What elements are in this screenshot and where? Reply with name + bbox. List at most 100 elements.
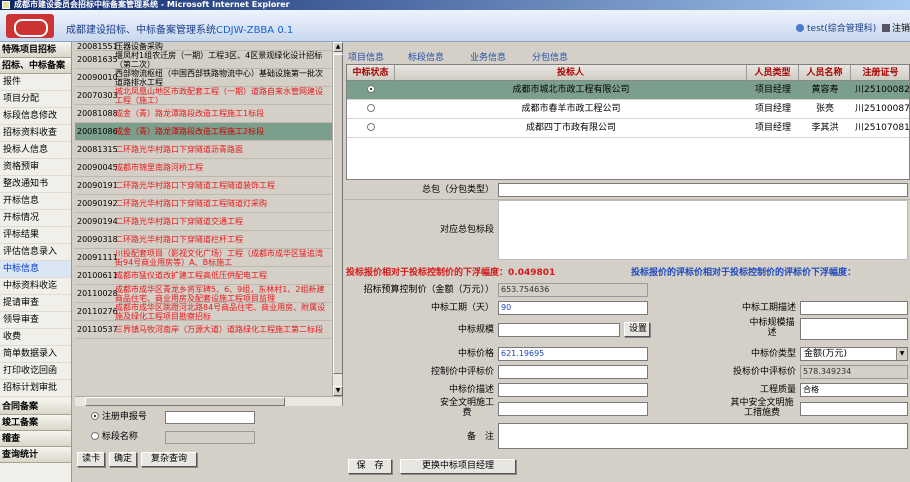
remarks-input[interactable] (498, 423, 908, 449)
nav-section-completion[interactable]: 竣工备案 (0, 415, 71, 431)
list-item[interactable]: 20110028 成都市成华区青龙乡将军碑5、6、9组，东林村1、2组新建商品住宅… (75, 285, 332, 303)
list-item[interactable]: 20100611 成都市猛仪道改扩建工程高低压供配电工程 (75, 267, 332, 285)
safety-measure-input[interactable] (800, 402, 908, 416)
nav-item-simple-entry[interactable]: 简单数据录入 (0, 346, 71, 363)
list-item[interactable]: 20081086 成金（青）路龙潭路段改造工程施工2标段 (75, 123, 332, 141)
grid-row[interactable]: 成都市城北市政工程有限公司 项目经理 黄容寿 川251000822 (347, 81, 909, 100)
list-item[interactable]: 20090318 二环路光华村路口下穿隧道栏杆工程 (75, 231, 332, 249)
nav-item-leader-review[interactable]: 领导审查 (0, 312, 71, 329)
list-item[interactable]: 20110276 成都市成华区跳蹬河北路84号商品住宅、商业用房、附属设施及绿化工… (75, 303, 332, 321)
safety-fee-input[interactable] (498, 402, 648, 416)
scroll-thumb[interactable] (333, 54, 343, 374)
nav-item-submit[interactable]: 报件 (0, 74, 71, 91)
scroll-down-icon[interactable]: ▼ (333, 386, 343, 396)
grid-header-type[interactable]: 人员类型 (747, 65, 799, 81)
radio-icon[interactable] (367, 104, 375, 112)
nav-item-print-receipt[interactable]: 打印收讫回函 (0, 363, 71, 380)
nav-item-plan-approval[interactable]: 招标计划审批 (0, 380, 71, 397)
nav-section-contract[interactable]: 合同备案 (0, 399, 71, 415)
bid-drop-rate: 投标报价相对于投标控制价的下浮幅度：0.049801 (346, 265, 555, 278)
package-input[interactable] (498, 183, 908, 197)
nav-item-bidder-info[interactable]: 投标人信息 (0, 142, 71, 159)
duration-input[interactable]: 90 (498, 301, 648, 315)
read-card-button[interactable]: 读卡 (77, 452, 105, 467)
list-item[interactable]: 20081551 压器设备采购 (75, 42, 332, 51)
nav-item-section-edit[interactable]: 标段信息修改 (0, 108, 71, 125)
confirm-button[interactable]: 确定 (109, 452, 137, 467)
tab-business-info[interactable]: 业务信息 (470, 50, 506, 63)
search-opt-regno[interactable]: 注册申报号 (91, 410, 147, 424)
nav-item-opening-info[interactable]: 开标信息 (0, 193, 71, 210)
nav-item-award-docs[interactable]: 中标资料收迄 (0, 278, 71, 295)
grid-header-bidder[interactable]: 投标人 (395, 65, 747, 81)
save-button[interactable]: 保 存 (348, 459, 392, 474)
scale-desc-input[interactable] (800, 318, 908, 340)
award-status-radio[interactable] (347, 81, 395, 100)
list-item[interactable]: 20090045 成都市锦里南路河桥工程 (75, 159, 332, 177)
radio-icon[interactable] (367, 85, 375, 93)
nav-item-request-review[interactable]: 提请审查 (0, 295, 71, 312)
dropdown-arrow-icon[interactable]: ▼ (896, 348, 907, 360)
grid-row[interactable]: 成都市春羊市政工程公司 项目经理 张亮 川251000876 (347, 100, 909, 119)
quality-input[interactable]: 合格 (800, 383, 908, 397)
advanced-search-button[interactable]: 复杂查询 (141, 452, 197, 467)
nav-section-bid-record[interactable]: 招标、中标备案 (0, 58, 71, 74)
tab-section-info[interactable]: 标段信息 (408, 50, 444, 63)
ctrl-eval-input[interactable] (498, 365, 648, 379)
regno-input[interactable] (165, 411, 255, 424)
radio-section[interactable] (91, 432, 99, 440)
tab-project-info[interactable]: 项目信息 (348, 50, 384, 63)
award-status-radio[interactable] (347, 100, 395, 119)
list-item[interactable]: 20091111 川投配套项目（影视文化广场）工程（成都市成华区猛追湾街94号商业… (75, 249, 332, 267)
nav-section-special[interactable]: 特殊项目招标 (0, 42, 71, 58)
grid-header-cert[interactable]: 注册证号 (851, 65, 909, 81)
logout-button[interactable]: 注销 (882, 21, 910, 34)
price-input[interactable]: 621.19695 (498, 347, 648, 361)
hscroll-thumb[interactable] (85, 397, 285, 406)
list-item[interactable]: 20090194 二环路光华村路口下穿隧道交通工程 (75, 213, 332, 231)
nav-item-assign[interactable]: 项目分配 (0, 91, 71, 108)
list-item[interactable]: 20081088 成金（青）路龙潭路段改造工程施工1标段 (75, 105, 332, 123)
list-item[interactable]: 20110537 三界镇马牧河南岸（万源大道）道路绿化工程施工第二标段 (75, 321, 332, 339)
award-status-radio[interactable] (347, 119, 395, 138)
list-item[interactable]: 20090191 二环路光华村路口下穿隧道工程隧道装饰工程 (75, 177, 332, 195)
search-opt-section[interactable]: 标段名称 (91, 430, 138, 444)
nav-item-fees[interactable]: 收费 (0, 329, 71, 346)
price-type-select[interactable]: 金额(万元) ▼ (800, 347, 908, 361)
corr-section-input[interactable] (498, 200, 908, 260)
grid-header-status[interactable]: 中标状态 (347, 65, 395, 81)
list-hscrollbar[interactable] (75, 396, 342, 406)
project-list[interactable]: 20081551 压器设备采购 20081635 堰凤村1组农迁房（一期）工程3区、4… (75, 42, 332, 396)
radio-icon[interactable] (367, 123, 375, 131)
section-name-input[interactable] (165, 431, 255, 444)
nav-item-eval-result[interactable]: 评标结果 (0, 227, 71, 244)
list-item[interactable]: 20070303 城北凤凰山地区市政配套工程（一期）道路自来水管网建设工程（施工） (75, 87, 332, 105)
scale-settings-button[interactable]: 设置 (624, 322, 650, 337)
price-desc-input[interactable] (498, 383, 648, 397)
duration-desc-input[interactable] (800, 301, 908, 315)
nav-item-rectify-notice[interactable]: 整改通知书 (0, 176, 71, 193)
bid-eval-label: 投标价中评标价 (732, 367, 796, 377)
change-manager-button[interactable]: 更换中标项目经理 (400, 459, 516, 474)
grid-row[interactable]: 成都四丁市政有限公司 项目经理 李其洪 川251070814 (347, 119, 909, 138)
list-item[interactable]: 20090010 西部物流枢纽（中国西部铁路物流中心）基础设施第一批次道路排水工程 (75, 69, 332, 87)
grid-header-name[interactable]: 人员名称 (799, 65, 851, 81)
nav-item-award-info[interactable]: 中标信息 (0, 261, 71, 278)
scale-input[interactable] (498, 323, 620, 337)
list-item[interactable]: 20081315 二环路光华村路口下穿隧道沥青路面 (75, 141, 332, 159)
nav-item-prequal[interactable]: 资格预审 (0, 159, 71, 176)
list-vscrollbar[interactable]: ▲ ▼ (332, 42, 343, 396)
radio-regno[interactable] (91, 412, 99, 420)
bid-eval-input[interactable]: 578.349234 (800, 365, 908, 379)
nav-item-tender-check[interactable]: 招标资料收查 (0, 125, 71, 142)
nav-item-opening-status[interactable]: 开标情况 (0, 210, 71, 227)
quality-label: 工程质量 (759, 385, 796, 395)
budget-input[interactable]: 653.754636 (498, 283, 648, 297)
nav-section-inspection[interactable]: 稽查 (0, 431, 71, 447)
nav-item-eval-entry[interactable]: 评估信息录入 (0, 244, 71, 261)
scroll-up-icon[interactable]: ▲ (333, 42, 343, 52)
tab-subcontract-info[interactable]: 分包信息 (532, 50, 568, 63)
list-item[interactable]: 20081635 堰凤村1组农迁房（一期）工程3区、4区景观绿化设计招标（第二次） (75, 51, 332, 69)
list-item[interactable]: 20090192 二环路光华村路口下穿隧道工程隧道灯采购 (75, 195, 332, 213)
nav-section-query[interactable]: 查询统计 (0, 447, 71, 463)
